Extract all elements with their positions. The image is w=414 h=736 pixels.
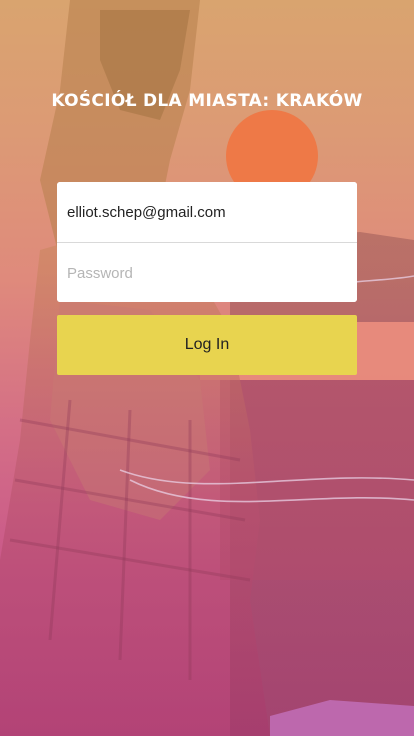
login-screen: KOŚCIÓŁ DLA MIASTA: KRAKÓW Log In [0, 0, 414, 736]
app-title: KOŚCIÓŁ DLA MIASTA: KRAKÓW [51, 91, 363, 111]
email-field[interactable] [57, 182, 357, 242]
login-form [57, 182, 357, 302]
password-field[interactable] [57, 243, 357, 302]
login-button[interactable]: Log In [57, 315, 357, 375]
